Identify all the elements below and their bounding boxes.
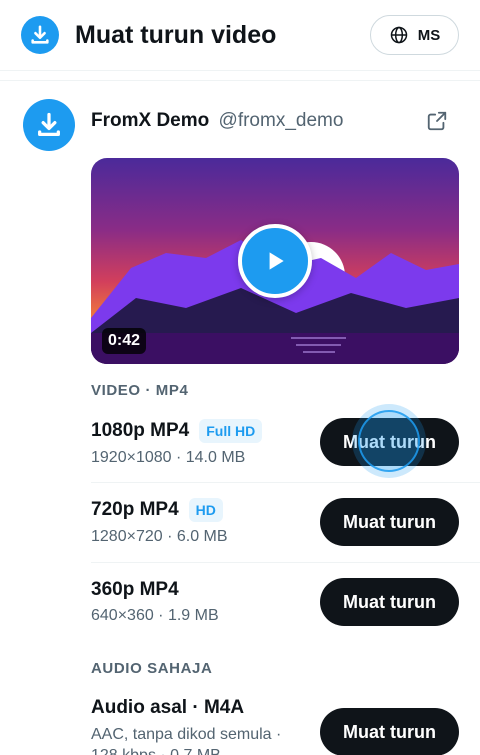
quality-badge: Full HD [199,419,263,443]
format-title: 720p MP4 HD [91,498,223,522]
author-handle: @fromx_demo [218,110,344,131]
tap-indicator-inner [358,410,420,472]
download-720p-button[interactable]: Muat turun [320,498,459,546]
quality-badge: HD [188,498,223,522]
format-name: 720p MP4 [91,499,179,520]
section-divider [0,80,480,81]
download-360p-button[interactable]: Muat turun [320,578,459,626]
format-details: 1280×720 · 6.0 MB [91,528,228,545]
row-divider [91,562,480,563]
audio-details-line2: 128 kbps · 0.7 MB [91,745,221,755]
format-title: 360p MP4 [91,579,179,601]
header-divider [0,70,480,71]
video-duration: 0:42 [102,328,147,354]
audio-section-heading: AUDIO SAHAJA [91,660,213,677]
author-name: FromX Demo [91,110,210,131]
app-header: Muat turun video MS [0,0,480,70]
format-name: Audio asal · M4A [91,697,245,718]
globe-icon [390,26,407,44]
format-title: 1080p MP4 Full HD [91,419,263,443]
language-button[interactable]: MS [370,15,459,55]
author-info: FromX Demo @fromx_demo [91,110,343,132]
format-details: 1920×1080 · 14.0 MB [91,449,246,466]
download-icon [38,112,60,136]
avatar [23,99,75,151]
format-details: 640×360 · 1.9 MB [91,607,219,624]
play-icon [269,252,284,270]
video-preview[interactable]: 0:42 [91,158,459,364]
play-button[interactable] [238,224,312,298]
video-section-heading: VIDEO · MP4 [91,382,189,399]
format-name: 360p MP4 [91,579,179,600]
row-divider [91,482,480,483]
audio-details-line1: AAC, tanpa dikod semula · [91,726,282,743]
format-name: 1080p MP4 [91,420,190,441]
download-audio-button[interactable]: Muat turun [320,708,459,755]
audio-title: Audio asal · M4A [91,697,244,719]
language-label: MS [417,26,441,44]
download-icon [21,16,59,54]
external-link-icon[interactable] [426,110,448,132]
page-title: Muat turun video [75,21,277,49]
